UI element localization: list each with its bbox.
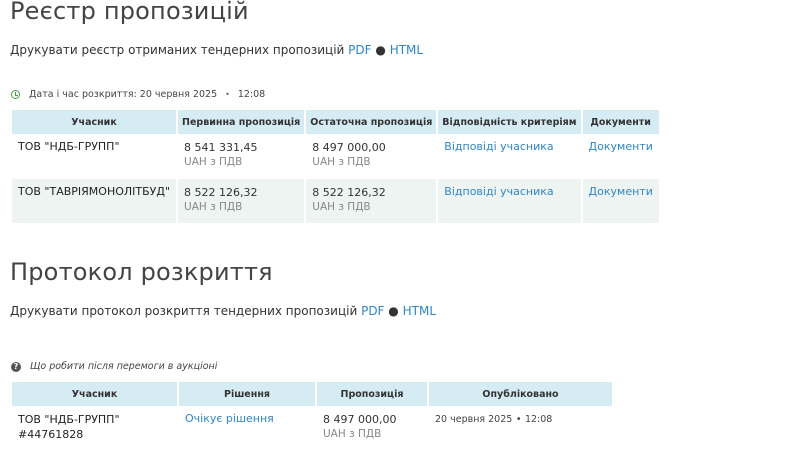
initial-amount: 8 541 331,45 [184,141,258,154]
documents-link[interactable]: Документи [589,185,653,198]
col-initial-offer: Первинна пропозиція [178,110,305,134]
dot-separator: • [225,90,230,99]
protocol-title: Протокол розкриття [10,258,273,286]
participant-name: ТОВ "НДБ-ГРУПП" [18,413,120,426]
col-offer: Пропозиція [317,382,427,406]
protocol-html-link[interactable]: HTML [403,304,436,318]
participant-name: ТОВ "ТАВРІЯМОНОЛІТБУД" [18,185,171,198]
table-row: ТОВ "НДБ-ГРУПП" #44761828 Очікує рішення… [12,406,612,446]
currency-label: UAH з ПДВ [323,428,382,440]
col-published: Опубліковано [429,382,612,406]
separator-dot: ● [375,43,386,57]
after-win-link[interactable]: Що робити після перемоги в аукціоні [30,361,217,372]
registry-print-text: Друкувати реєстр отриманих тендерних про… [10,43,345,57]
clock-icon [11,90,20,99]
opening-date-label: Дата і час розкриття: 20 червня 2025 [29,89,218,100]
participant-answers-link[interactable]: Відповіді учасника [444,185,553,198]
opening-datetime: Дата і час розкриття: 20 червня 2025 • 1… [11,89,265,100]
currency-label: UAH з ПДВ [184,201,243,213]
protocol-print-text: Друкувати протокол розкриття тендерних п… [10,304,358,318]
registry-print-line: Друкувати реєстр отриманих тендерних про… [10,43,423,57]
col-final-offer: Остаточна пропозиція [306,110,437,134]
table-row: ТОВ "НДБ-ГРУПП" 8 541 331,45 UAH з ПДВ 8… [12,134,659,179]
col-documents: Документи [582,110,659,134]
table-row: ТОВ "ТАВРІЯМОНОЛІТБУД" 8 522 126,32 UAH … [12,179,659,223]
col-participant: Учасник [12,382,177,406]
registry-table: Учасник Первинна пропозиція Остаточна пр… [10,110,661,223]
protocol-table: Учасник Рішення Пропозиція Опубліковано … [10,382,614,446]
dot-separator: • [515,414,522,425]
offer-amount: 8 497 000,00 [323,413,397,426]
protocol-print-line: Друкувати протокол розкриття тендерних п… [10,304,436,318]
documents-link[interactable]: Документи [589,140,653,153]
published-time: 12:08 [524,414,553,425]
participant-answers-link[interactable]: Відповіді учасника [444,140,553,153]
after-win-info[interactable]: ? Що робити після перемоги в аукціоні [11,361,217,372]
registry-html-link[interactable]: HTML [390,43,423,57]
separator-dot: ● [388,304,399,318]
col-decision: Рішення [179,382,315,406]
decision-link[interactable]: Очікує рішення [185,412,274,425]
participant-name: ТОВ "НДБ-ГРУПП" [18,140,120,153]
col-criteria: Відповідність критеріям [438,110,581,134]
initial-amount: 8 522 126,32 [184,186,258,199]
registry-pdf-link[interactable]: PDF [348,43,371,57]
final-amount: 8 497 000,00 [312,141,386,154]
currency-label: UAH з ПДВ [312,156,371,168]
published-date: 20 червня 2025 [435,414,513,425]
final-amount: 8 522 126,32 [312,186,386,199]
col-participant: Учасник [12,110,177,134]
currency-label: UAH з ПДВ [184,156,243,168]
opening-time: 12:08 [237,89,266,100]
registry-title: Реєстр пропозицій [10,0,249,25]
participant-id: #44761828 [18,428,84,441]
currency-label: UAH з ПДВ [312,201,371,213]
protocol-pdf-link[interactable]: PDF [361,304,384,318]
question-icon: ? [11,361,21,372]
